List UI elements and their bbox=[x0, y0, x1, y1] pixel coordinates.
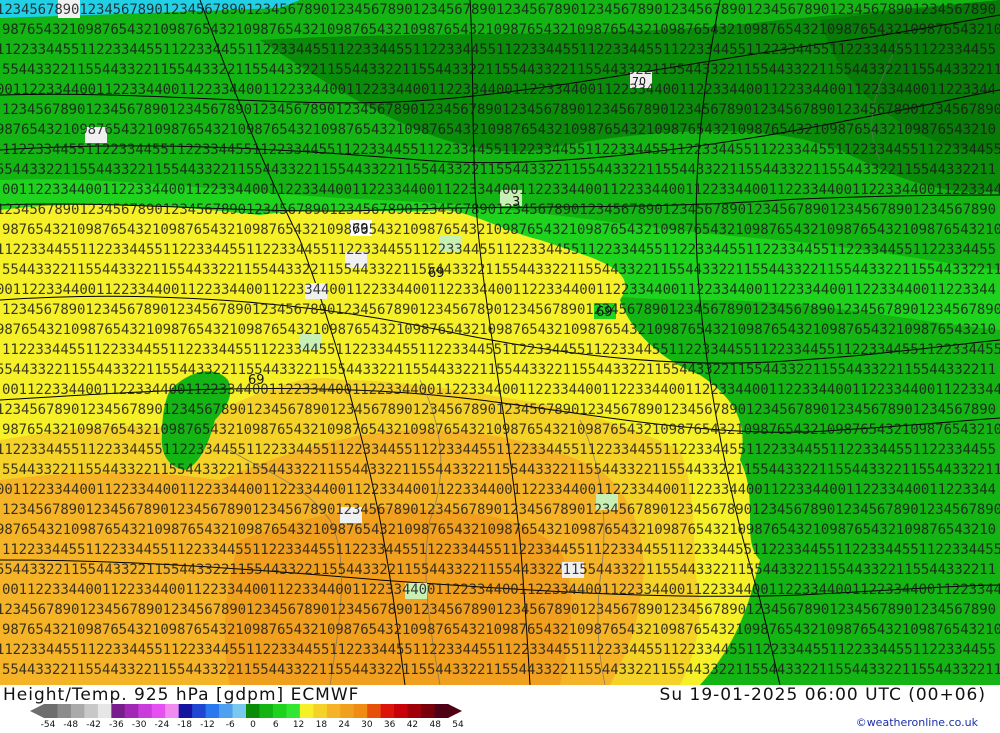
digit-row: 1122334455112233445511223344551122334455… bbox=[0, 242, 996, 258]
legend-swatch bbox=[124, 704, 139, 718]
legend-arrow-left bbox=[30, 704, 44, 718]
digit-row: 1234567890123456789012345678901234567890… bbox=[0, 2, 996, 18]
digit-row: 5544332211554433221155443322115544332211… bbox=[0, 562, 996, 578]
digit-row: 5544332211554433221155443322115544332211… bbox=[0, 162, 996, 178]
legend-swatch bbox=[246, 704, 260, 718]
legend-swatch bbox=[326, 704, 341, 718]
legend-tick-label: -24 bbox=[154, 720, 170, 730]
digit-row: 9876543210987654321098765432109876543210… bbox=[0, 322, 996, 338]
legend-swatch bbox=[394, 704, 409, 718]
legend-swatch bbox=[165, 704, 180, 718]
digit-row: 1122334455112233445511223344551122334455… bbox=[0, 642, 996, 658]
legend-tick-label: -36 bbox=[108, 720, 124, 730]
legend-tick-label: 42 bbox=[406, 720, 419, 730]
footer: Height/Temp. 925 hPa [gdpm] ECMWF Su 19-… bbox=[0, 685, 1000, 733]
legend-tick-label: 54 bbox=[452, 720, 464, 730]
legend-swatch bbox=[138, 704, 153, 718]
legend-swatch bbox=[205, 704, 220, 718]
legend-tick-label: -48 bbox=[63, 720, 79, 730]
legend-tick-label: -30 bbox=[131, 720, 147, 730]
legend-tick-label: 12 bbox=[292, 720, 305, 730]
color-legend-bar bbox=[30, 704, 462, 718]
legend-swatch bbox=[353, 704, 368, 718]
legend-swatch bbox=[232, 704, 247, 718]
digit-row: 1122334455112233445511223344551122334455… bbox=[2, 142, 1000, 158]
legend-swatch bbox=[178, 704, 193, 718]
legend-tick-label: -6 bbox=[225, 720, 235, 730]
weather-map: 69 69 69 69 3 70 12345678901234567890123… bbox=[0, 0, 1000, 685]
legend-tick-label: -42 bbox=[86, 720, 101, 730]
legend-swatch bbox=[367, 704, 382, 718]
legend-tick-label: 0 bbox=[250, 720, 256, 730]
legend-swatch bbox=[286, 704, 301, 718]
legend-swatch bbox=[407, 704, 422, 718]
digit-row: 5544332211554433221155443322115544332211… bbox=[0, 362, 996, 378]
legend-tick-label: 48 bbox=[429, 720, 441, 730]
legend-swatch bbox=[380, 704, 395, 718]
digit-row: 1122334455112233445511223344551122334455… bbox=[0, 42, 996, 58]
digit-row: 5544332211554433221155443322115544332211… bbox=[2, 62, 1000, 78]
digit-row: 9876543210987654321098765432109876543210… bbox=[2, 222, 1000, 238]
digit-row: 0011223344001122334400112233440011223344… bbox=[0, 482, 996, 498]
map-valid-time: Su 19-01-2025 06:00 UTC (00+06) bbox=[659, 685, 986, 705]
legend-tick-label: -54 bbox=[40, 720, 56, 730]
digit-row: 1122334455112233445511223344551122334455… bbox=[0, 442, 996, 458]
digit-row: 1234567890123456789012345678901234567890… bbox=[0, 402, 996, 418]
legend-tick-label: 36 bbox=[383, 720, 396, 730]
legend-swatch bbox=[313, 704, 328, 718]
legend-tick-label: -12 bbox=[200, 720, 215, 730]
legend-tick-label: 18 bbox=[315, 720, 328, 730]
digit-row: 9876543210987654321098765432109876543210… bbox=[2, 22, 1000, 38]
digit-row: 5544332211554433221155443322115544332211… bbox=[2, 662, 1000, 678]
digit-row: 0011223344001122334400112233440011223344… bbox=[0, 282, 996, 298]
digit-row: 1234567890123456789012345678901234567890… bbox=[2, 502, 1000, 518]
digit-row: 1234567890123456789012345678901234567890… bbox=[0, 602, 996, 618]
digit-row: 9876543210987654321098765432109876543210… bbox=[2, 622, 1000, 638]
legend-swatch bbox=[151, 704, 166, 718]
credit-link[interactable]: ©weatheronline.co.uk bbox=[856, 716, 978, 729]
digit-row: 0011223344001122334400112233440011223344… bbox=[2, 382, 1000, 398]
digit-row: 0011223344001122334400112233440011223344… bbox=[0, 82, 996, 98]
digit-row: 0011223344001122334400112233440011223344… bbox=[2, 182, 1000, 198]
legend-swatch bbox=[97, 704, 112, 718]
legend-swatch bbox=[421, 704, 436, 718]
digit-row: 9876543210987654321098765432109876543210… bbox=[0, 122, 996, 138]
legend-swatch bbox=[111, 704, 126, 718]
legend-tick-label: -18 bbox=[177, 720, 193, 730]
legend-swatch bbox=[57, 704, 72, 718]
digit-row: 9876543210987654321098765432109876543210… bbox=[0, 522, 996, 538]
digit-row: 1122334455112233445511223344551122334455… bbox=[2, 342, 1000, 358]
legend-swatch bbox=[299, 704, 314, 718]
legend-tick-label: 24 bbox=[338, 720, 350, 730]
color-legend-ticks: -54 -48 -42 -36 -30 -24 -18 -12 -6 0 6 12 18 24 30 36 42… bbox=[30, 720, 470, 732]
legend-swatch bbox=[434, 704, 449, 718]
legend-swatch bbox=[84, 704, 99, 718]
legend-swatch bbox=[70, 704, 85, 718]
digit-row: 9876543210987654321098765432109876543210… bbox=[2, 422, 1000, 438]
legend-tick-label: 30 bbox=[361, 720, 373, 730]
legend-arrow-right bbox=[448, 704, 462, 718]
legend-swatch bbox=[340, 704, 355, 718]
digit-row: 1234567890123456789012345678901234567890… bbox=[2, 302, 1000, 318]
legend-swatch bbox=[192, 704, 207, 718]
legend-swatch bbox=[272, 704, 287, 718]
digit-row: 1122334455112233445511223344551122334455… bbox=[2, 542, 1000, 558]
legend-tick-label: 6 bbox=[272, 720, 279, 730]
digit-row: 5544332211554433221155443322115544332211… bbox=[2, 262, 1000, 278]
legend-swatch bbox=[219, 704, 234, 718]
legend-swatch bbox=[44, 704, 58, 718]
digit-row: 1234567890123456789012345678901234567890… bbox=[2, 102, 1000, 118]
legend-swatch bbox=[259, 704, 274, 718]
digit-row: 5544332211554433221155443322115544332211… bbox=[2, 462, 1000, 478]
digit-row: 0011223344001122334400112233440011223344… bbox=[2, 582, 1000, 598]
digit-row: 1234567890123456789012345678901234567890… bbox=[0, 202, 996, 218]
map-title: Height/Temp. 925 hPa [gdpm] ECMWF bbox=[3, 685, 360, 705]
